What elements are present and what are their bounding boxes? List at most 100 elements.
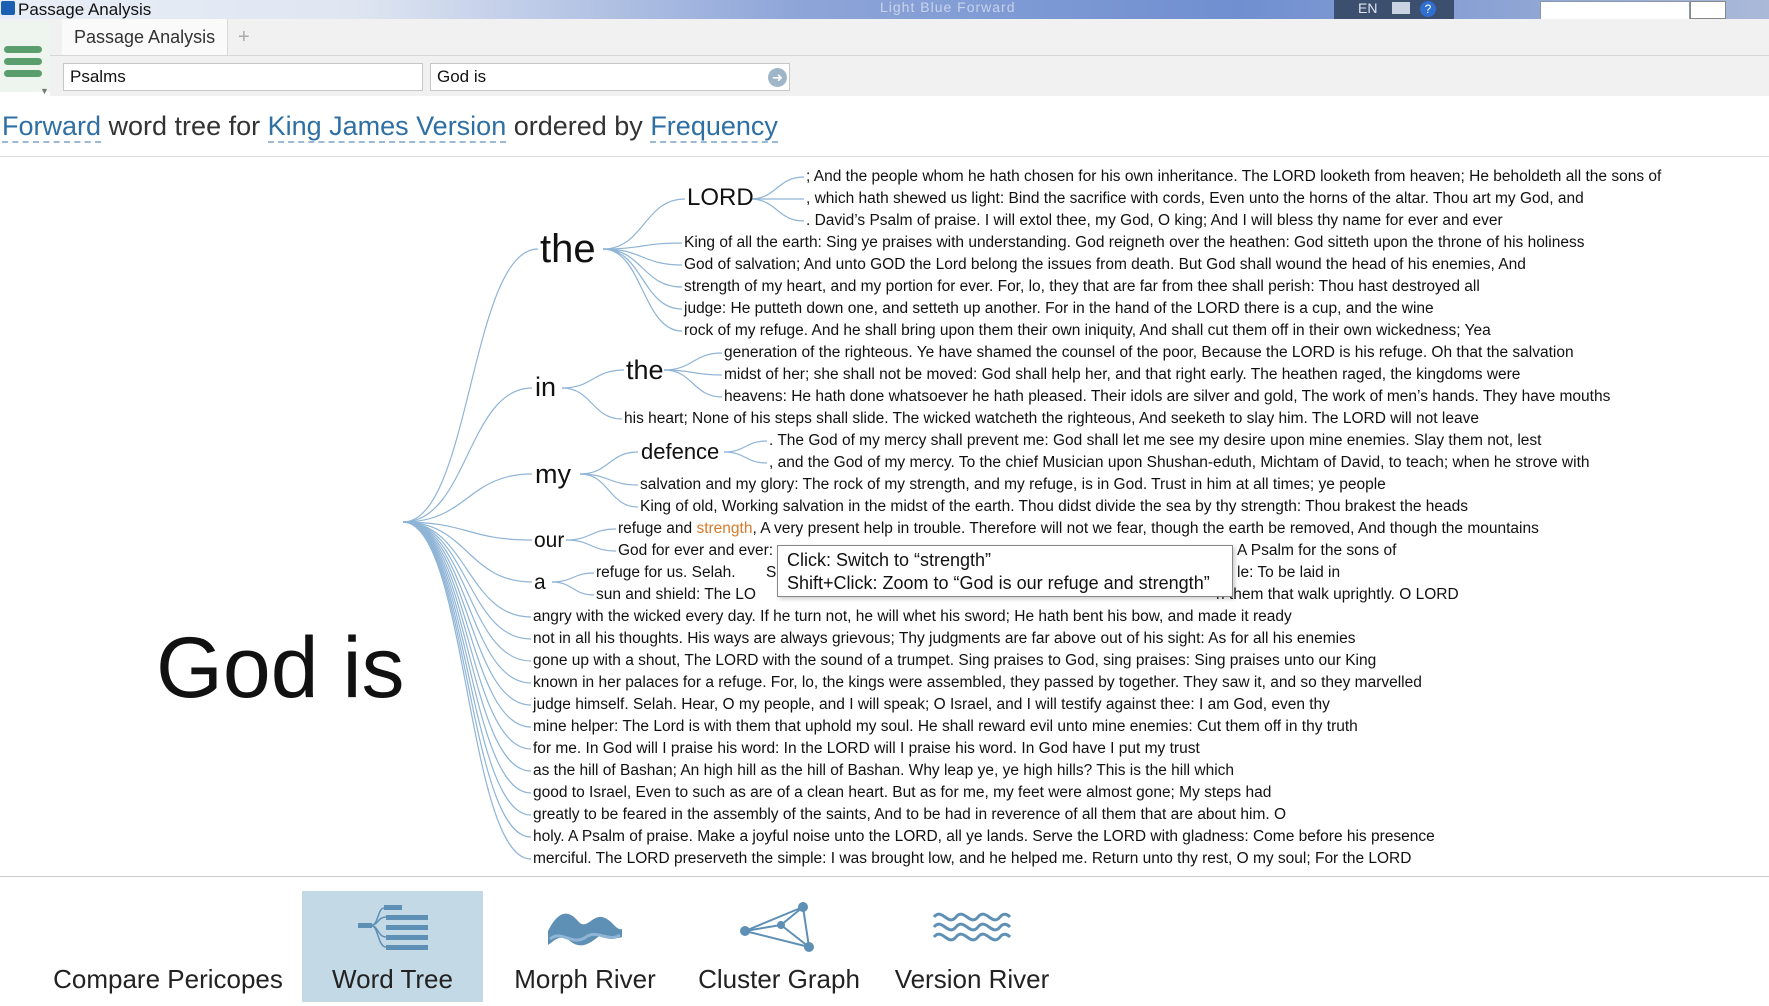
tree-leaf[interactable]: not in all his thoughts. His ways are al… (533, 629, 1355, 649)
tree-leaf[interactable]: greatly to be feared in the assembly of … (533, 805, 1286, 825)
tree-leaf[interactable]: for me. In God will I praise his word: I… (533, 739, 1200, 759)
tree-leaf[interactable]: known in her palaces for a refuge. For, … (533, 673, 1422, 693)
tree-node-lord[interactable]: LORD (687, 183, 754, 213)
version-river-icon (932, 912, 1012, 942)
branch-line (402, 521, 532, 662)
word-tree-button[interactable]: Word Tree (302, 891, 483, 1002)
tree-leaf[interactable]: as the hill of Bashan; An high hill as t… (533, 761, 1234, 781)
tree-leaf[interactable]: God for ever and ever: (618, 541, 773, 561)
branch-line (723, 451, 768, 464)
direction-selector[interactable]: Forward (2, 111, 102, 143)
heading-text: ordered by (506, 111, 651, 141)
grid-icon (131, 901, 205, 953)
branch-line (602, 198, 686, 250)
help-icon[interactable]: ? (1420, 1, 1436, 17)
tree-leaf[interactable]: merciful. The LORD preserveth the simple… (533, 849, 1411, 869)
branch-line (402, 521, 532, 772)
tree-leaf[interactable]: judge: He putteth down one, and setteth … (684, 299, 1434, 319)
window-controls[interactable] (1690, 1, 1726, 19)
tree-node-defence[interactable]: defence (641, 439, 719, 465)
cluster-graph-button[interactable]: Cluster Graph (690, 891, 868, 1002)
tree-leaf[interactable]: generation of the righteous. Ye have sha… (724, 343, 1574, 363)
tree-leaf[interactable]: , and the God of my mercy. To the chief … (769, 453, 1590, 473)
tree-node-our[interactable]: our (534, 528, 564, 554)
tree-leaf[interactable]: holy. A Psalm of praise. Make a joyful n… (533, 827, 1435, 847)
branch-line (565, 528, 617, 541)
tree-root[interactable]: God is (156, 618, 405, 718)
language-indicator[interactable]: EN (1358, 0, 1377, 16)
branch-line (663, 369, 723, 398)
tree-leaf[interactable]: King of all the earth: Sing ye praises w… (684, 233, 1584, 253)
word-tree-heading: Forward word tree for King James Version… (2, 108, 778, 144)
tree-node-in[interactable]: in (535, 371, 556, 403)
tree-leaf[interactable]: refuge for us. Selah. (596, 563, 736, 583)
tree-leaf[interactable]: h them that walk uprightly. O LORD (1216, 585, 1459, 605)
tree-leaf[interactable]: gone up with a shout, The LORD with the … (533, 651, 1376, 671)
app-window-icon (1, 1, 15, 15)
branch-line (402, 248, 539, 523)
tree-leaf[interactable]: midst of her; she shall not be moved: Go… (724, 365, 1520, 385)
tree-leaf[interactable]: refuge and strength, A very present help… (618, 519, 1539, 539)
branch-line (402, 387, 533, 523)
passage-analysis-app-icon[interactable]: ▼ (0, 22, 50, 96)
tree-node-a[interactable]: a (534, 570, 546, 596)
search-box[interactable] (1540, 1, 1690, 20)
chevron-down-icon[interactable]: ▼ (40, 86, 49, 96)
branch-line (402, 521, 532, 794)
version-selector[interactable]: King James Version (267, 111, 507, 143)
tree-leaf[interactable]: King of old, Working salvation in the mi… (640, 497, 1468, 517)
vis-label: Version River (894, 964, 1050, 994)
heading-text: word tree for (101, 111, 268, 141)
version-river-button[interactable]: Version River (887, 891, 1057, 1002)
tree-leaf[interactable]: sun and shield: The LO (596, 585, 756, 605)
tree-node-my[interactable]: my (535, 458, 571, 490)
tree-node-in-the[interactable]: the (626, 354, 664, 386)
tree-node-the[interactable]: the (540, 227, 596, 271)
tree-leaf[interactable]: mine helper: The Lord is with them that … (533, 717, 1358, 737)
go-arrow-icon[interactable]: ➜ (768, 68, 787, 87)
cluster-graph-icon (740, 902, 814, 952)
reference-input[interactable] (63, 63, 423, 91)
tree-leaf[interactable]: heavens: He hath done whatsoever he hath… (724, 387, 1610, 407)
branch-line (749, 198, 805, 222)
leaf-text: refuge and (618, 520, 697, 537)
tree-leaf[interactable]: good to Israel, Even to such as are of a… (533, 783, 1271, 803)
tree-leaf[interactable]: rock of my refuge. And he shall bring up… (684, 321, 1491, 341)
branch-line (402, 521, 532, 816)
tree-leaf[interactable]: A Psalm for the sons of (1237, 541, 1396, 561)
tab-bar (0, 19, 1769, 56)
tooltip-line: Shift+Click: Zoom to “God is our refuge … (787, 573, 1210, 593)
ordering-selector[interactable]: Frequency (650, 111, 778, 143)
compare-pericopes-button[interactable]: Compare Pericopes (44, 891, 292, 1002)
tree-leaf[interactable]: God of salvation; And unto GOD the Lord … (684, 255, 1526, 275)
vis-label: Word Tree (332, 964, 453, 994)
tree-leaf[interactable]: angry with the wicked every day. If he t… (533, 607, 1292, 627)
tree-leaf[interactable]: le: To be laid in (1237, 563, 1340, 583)
morph-river-button[interactable]: Morph River (505, 891, 665, 1002)
tree-leaf[interactable]: ; And the people whom he hath chosen for… (806, 167, 1661, 187)
branch-line (551, 581, 595, 596)
query-input[interactable] (430, 63, 790, 91)
tree-leaf[interactable]: salvation and my glory: The rock of my s… (640, 475, 1386, 495)
window-title-bar: Passage Analysis Light Blue Forward EN ? (0, 0, 1769, 20)
word-tree-icon (357, 905, 428, 950)
add-tab-button[interactable]: + (238, 19, 250, 55)
branch-line (602, 248, 683, 310)
tree-leaf[interactable]: , which hath shewed us light: Bind the s… (806, 189, 1584, 209)
highlighted-word[interactable]: strength (696, 520, 752, 537)
branch-line (561, 387, 623, 420)
tree-leaf[interactable]: judge himself. Selah. Hear, O my people,… (533, 695, 1330, 715)
blurred-background-text: Light Blue Forward (880, 0, 1016, 15)
word-tree[interactable]: God is the in my our a LORD the defence … (0, 156, 1769, 876)
language-bar[interactable]: EN (1334, 0, 1454, 19)
keyboard-icon[interactable] (1392, 2, 1410, 14)
tab-passage-analysis[interactable]: Passage Analysis (62, 19, 229, 55)
branch-line (602, 248, 683, 332)
window-title: Passage Analysis (18, 0, 152, 19)
branch-line (579, 451, 639, 475)
vis-label: Cluster Graph (698, 964, 860, 994)
tree-leaf[interactable]: . David’s Psalm of praise. I will extol … (806, 211, 1503, 231)
tree-leaf[interactable]: his heart; None of his steps shall slide… (624, 409, 1479, 429)
tree-leaf[interactable]: . The God of my mercy shall prevent me: … (769, 431, 1541, 451)
tree-leaf[interactable]: strength of my heart, and my portion for… (684, 277, 1480, 297)
